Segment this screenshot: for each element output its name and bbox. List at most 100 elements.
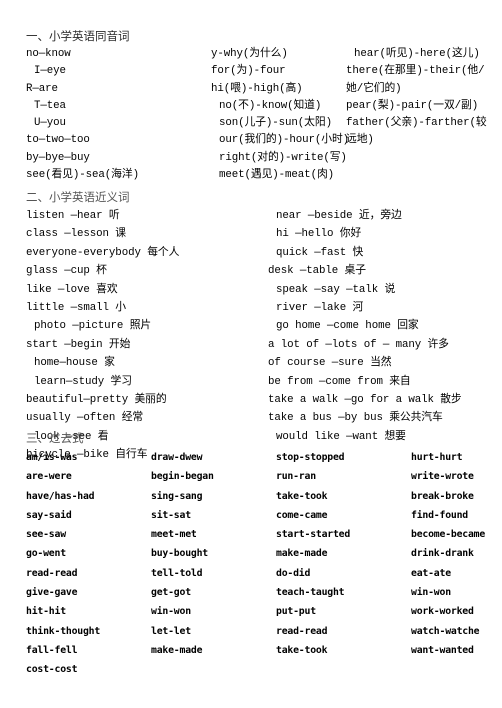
homophone-entry: our(我们的)-hour(小时) [219,134,350,147]
verb-cell: put-put [276,606,316,618]
verb-cell: teach-taught [276,587,345,599]
verb-cell: drink-drank [411,548,474,560]
verb-cell: take-took [276,490,328,502]
verb-cell: meet-met [151,529,197,541]
homophone-entry: pear(梨)-pair(一双/副) [346,99,479,112]
synonym-entry: take a bus —by bus 乘公共汽车 [268,412,443,425]
document-page: 一、小学英语同音词 no—know I—eye R—are T—tea U—yo… [0,0,502,708]
synonym-entry: glass —cup 杯 [26,265,107,278]
verb-cell: read-read [26,567,78,579]
verb-cell [151,660,276,679]
verb-cell: cost-cost [26,664,78,676]
synonym-entry: everyone-everybody 每个人 [26,246,180,259]
synonym-entry: of course —sure 当然 [268,357,392,370]
verb-cell [276,660,411,679]
verb-cell: take-took [276,644,328,656]
section-heading-synonyms: 二、小学英语近义词 [26,190,130,204]
section-heading-homophones: 一、小学英语同音词 [26,29,130,43]
verb-cell: make-made [276,548,328,560]
homophone-entry: by—bye—buy [26,151,90,164]
homophone-entry: meet(遇见)-meat(肉) [219,169,335,182]
verb-cell: buy-bought [151,548,208,560]
synonym-col-left: listen —hear 听 class —lesson 课 everyone-… [26,207,271,465]
verb-cell: make-made [151,644,203,656]
synonym-entry: usually —often 经常 [26,412,144,425]
verb-cell: stop-stopped [276,452,345,463]
verb-cell: win-won [151,606,191,618]
verb-cell: work-worked [411,606,474,618]
verb-cell: think-thought [26,625,101,637]
verb-cell: have/has-had [26,490,95,502]
homophone-entry: hi(喂)-high(高) [211,82,303,95]
synonym-entry: be from —come from 来自 [268,375,411,388]
homophone-entry: hear(听见)-here(这儿) [354,48,480,60]
verb-cell: read-read [276,625,328,637]
synonym-entry: like —love 喜欢 [26,283,118,296]
synonym-entry: desk —table 桌子 [268,265,366,278]
synonym-entry: little —small 小 [26,302,127,315]
homophones-columns: no—know I—eye R—are T—tea U—you to—two—t… [6,46,496,189]
homophone-entry: to—two—too [26,134,90,147]
homophone-entry: no—know [26,48,71,60]
homophone-entry: for(为)-four [211,65,286,78]
homophone-entry: there(在那里)-their(他/ [346,65,485,78]
homophone-entry: father(父亲)-farther(较 [346,117,487,130]
verb-cell: hurt-hurt [411,452,463,463]
synonym-entry: listen —hear 听 [26,210,120,222]
verb-cell: write-wrote [411,471,474,483]
verb-cell: break-broke [411,490,474,502]
synonym-entry: speak —say —talk 说 [276,283,396,296]
verb-cell: come-came [276,509,328,521]
verb-cell [411,660,502,679]
homophone-entry: U—you [34,117,66,130]
verb-table: am/is-was draw-dwew stop-stopped hurt-hu… [6,448,496,680]
homophone-entry: R—are [26,82,58,95]
homophone-entry: I—eye [34,65,66,78]
verb-cell: eat-ate [411,567,451,579]
verb-cell: am/is-was [26,452,78,463]
homophone-col-1: no—know I—eye R—are T—tea U—you to—two—t… [26,46,216,184]
homophone-entry: see(看见)-sea(海洋) [26,169,139,182]
verb-cell: let-let [151,625,191,637]
synonym-entry: beautiful—pretty 美丽的 [26,394,167,407]
synonyms-columns: listen —hear 听 class —lesson 课 everyone-… [6,207,496,461]
verb-cell: say-said [26,509,72,521]
homophone-entry: no(不)-know(知道) [219,99,322,112]
homophone-col-3: hear(听见)-here(这儿) there(在那里)-their(他/ 她/… [346,46,502,150]
verb-cell: tell-told [151,567,203,579]
synonym-col-right: near —beside 近，旁边 hi —hello 你好 quick —fa… [268,207,502,446]
verb-cell: hit-hit [26,606,66,618]
verb-cell: give-gave [26,587,78,599]
synonym-entry: photo —picture 照片 [34,320,152,333]
section-homophones: 一、小学英语同音词 no—know I—eye R—are T—tea U—yo… [6,28,496,189]
verb-cell: start-started [276,529,351,541]
homophone-entry: 远地) [346,134,374,147]
homophone-entry: 她/它们的) [346,82,402,95]
homophone-entry: T—tea [34,99,66,112]
synonym-entry: take a walk —go for a walk 散步 [268,394,462,407]
verb-cell: go-went [26,548,66,560]
verb-cell: see-saw [26,529,66,541]
verb-cell: sit-sat [151,509,191,521]
synonym-entry: start —begin 开始 [26,338,131,351]
verb-cell: win-won [411,587,451,599]
synonym-entry: home—house 家 [34,357,115,370]
homophone-entry: right(对的)-write(写) [219,151,347,164]
verb-cell: fall-fell [26,644,78,656]
verb-cell: become-became [411,529,486,541]
synonym-entry: near —beside 近，旁边 [276,210,402,222]
homophone-entry: son(儿子)-sun(太阳) [219,117,332,130]
synonym-entry: hi —hello 你好 [276,228,362,241]
verb-cell: get-got [151,587,191,599]
verb-cell: watch-watche [411,625,480,637]
synonym-entry: class —lesson 课 [26,228,127,241]
verb-cell: sing-sang [151,490,203,502]
homophone-col-2: y-why(为什么) for(为)-four hi(喂)-high(高) no(… [211,46,361,184]
section-synonyms: 二、小学英语近义词 listen —hear 听 class —lesson 课… [6,189,496,461]
section-past-tense: 三、过去式 am/is-was draw-dwew stop-stopped h… [6,430,496,680]
homophone-entry: y-why(为什么) [211,48,288,60]
verb-cell: draw-dwew [151,452,203,463]
synonym-entry: learn—study 学习 [34,375,132,388]
verb-cell: do-did [276,567,311,579]
synonym-entry: quick —fast 快 [276,246,364,259]
